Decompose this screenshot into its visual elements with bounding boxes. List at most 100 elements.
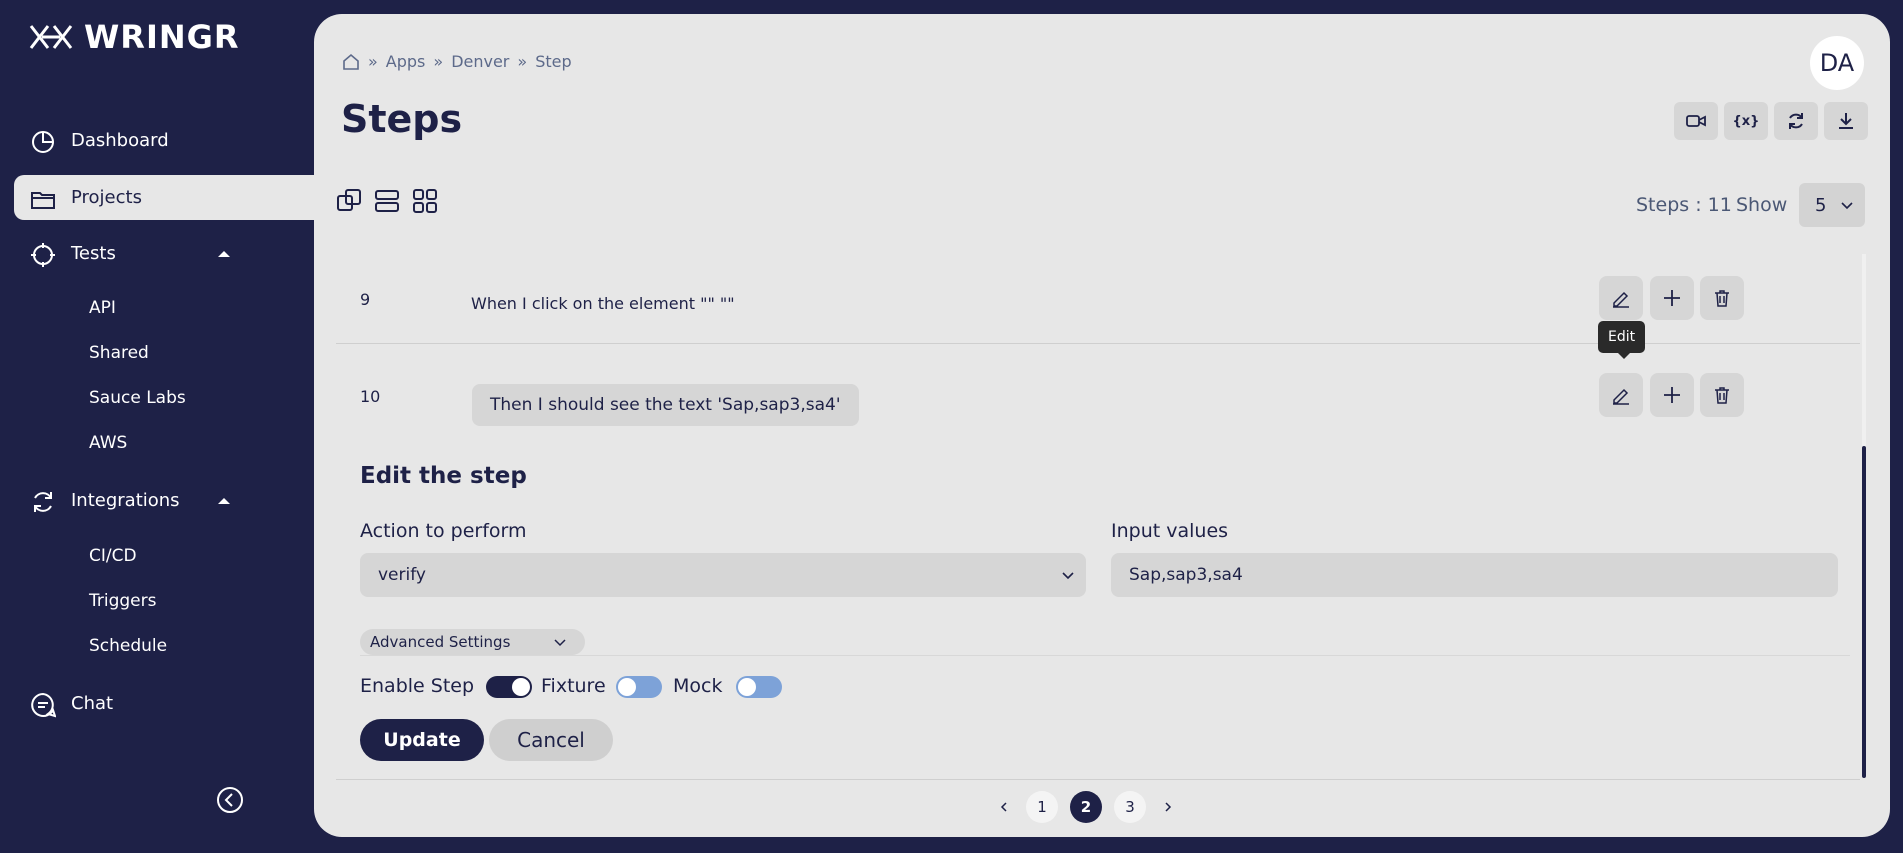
sidebar-subitem-aws[interactable]: AWS (89, 433, 127, 453)
page-button-3[interactable]: 3 (1114, 791, 1146, 823)
cancel-button[interactable]: Cancel (489, 719, 613, 761)
crosshair-icon (31, 243, 55, 267)
chevron-up-icon[interactable] (214, 491, 234, 511)
refresh-button[interactable] (1774, 102, 1818, 140)
video-camera-icon (1686, 115, 1706, 127)
sidebar-item-label: Tests (71, 243, 116, 264)
copy-view-icon[interactable] (336, 188, 362, 214)
steps-count: Steps : 11 (1636, 194, 1732, 216)
advanced-settings-toggle[interactable]: Advanced Settings (360, 629, 585, 655)
record-button[interactable] (1674, 102, 1718, 140)
breadcrumb-step[interactable]: Step (535, 52, 571, 71)
sidebar-subitem-api[interactable]: API (89, 298, 116, 318)
sidebar-subitem-shared[interactable]: Shared (89, 343, 149, 363)
sidebar-item-label: Integrations (71, 490, 180, 511)
edit-tooltip: Edit (1598, 321, 1646, 359)
action-select[interactable]: verify (360, 553, 1086, 597)
next-page-button[interactable] (1158, 791, 1178, 823)
update-button[interactable]: Update (360, 719, 484, 761)
wringr-logo-icon (29, 25, 73, 49)
sidebar-item-dashboard[interactable]: Dashboard (14, 118, 314, 163)
previous-page-button[interactable] (994, 791, 1014, 823)
download-button[interactable] (1824, 102, 1868, 140)
sidebar-item-tests[interactable]: Tests (14, 231, 314, 276)
variables-button[interactable]: {x} (1724, 102, 1768, 140)
sidebar-item-label: Dashboard (71, 130, 169, 151)
pencil-icon (1613, 388, 1629, 405)
show-label: Show (1736, 194, 1788, 216)
sidebar: WRINGR Dashboard Projects Tests API Shar… (0, 0, 314, 853)
refresh-icon (34, 492, 52, 512)
enable-step-toggle[interactable] (486, 676, 532, 698)
breadcrumb-apps[interactable]: Apps (386, 52, 426, 71)
step-number: 10 (360, 387, 381, 406)
step-text[interactable]: When I click on the element "" "" (471, 294, 735, 313)
list-view-icon[interactable] (374, 188, 400, 214)
view-mode-switcher (336, 188, 438, 214)
scrollbar-thumb[interactable] (1862, 446, 1866, 778)
action-label: Action to perform (360, 520, 527, 542)
main-panel: » Apps » Denver » Step Steps DA {x} Step… (314, 14, 1890, 837)
edit-step-button[interactable] (1599, 276, 1643, 320)
mock-toggle[interactable] (736, 676, 782, 698)
step-number: 9 (360, 290, 371, 309)
page-button-2[interactable]: 2 (1070, 791, 1102, 823)
breadcrumb: » Apps » Denver » Step (342, 52, 572, 71)
edit-step-title: Edit the step (360, 463, 527, 489)
chevron-right-icon (1165, 802, 1172, 812)
sidebar-item-label: Projects (71, 187, 142, 208)
breadcrumb-denver[interactable]: Denver (451, 52, 509, 71)
input-values-field[interactable]: Sap,sap3,sa4 (1111, 553, 1838, 597)
sidebar-subitem-triggers[interactable]: Triggers (89, 591, 157, 611)
app-logo[interactable]: WRINGR (28, 18, 240, 56)
pencil-icon (1613, 291, 1629, 308)
breadcrumb-separator-icon: » (368, 52, 378, 71)
collapse-sidebar-icon[interactable] (216, 786, 244, 814)
plus-icon (1664, 290, 1680, 306)
toggle-knob (618, 678, 636, 696)
sidebar-item-label: Chat (71, 693, 114, 714)
sidebar-subitem-schedule[interactable]: Schedule (89, 636, 167, 656)
grid-view-icon[interactable] (412, 188, 438, 214)
delete-step-button[interactable] (1700, 373, 1744, 417)
pagination: 1 2 3 (994, 791, 1178, 823)
row-divider (336, 779, 1860, 780)
edit-step-button[interactable] (1599, 373, 1643, 417)
page-button-1[interactable]: 1 (1026, 791, 1058, 823)
add-step-button[interactable] (1650, 373, 1694, 417)
chat-icon (31, 692, 56, 718)
input-values-label: Input values (1111, 520, 1229, 542)
sidebar-subitem-cicd[interactable]: CI/CD (89, 546, 137, 566)
home-icon[interactable] (342, 53, 360, 71)
fixture-toggle[interactable] (616, 676, 662, 698)
chevron-left-icon (1000, 802, 1007, 812)
sidebar-item-integrations[interactable]: Integrations (14, 478, 314, 523)
page-title: Steps (341, 97, 463, 141)
sidebar-item-projects[interactable]: Projects (14, 175, 314, 220)
step-text[interactable]: Then I should see the text 'Sap,sap3,sa4… (472, 384, 859, 426)
folder-icon (31, 192, 55, 209)
toggle-knob (738, 678, 756, 696)
page-size-value: 5 (1815, 194, 1827, 216)
variables-icon: {x} (1732, 113, 1760, 129)
sidebar-item-chat[interactable]: Chat (14, 681, 314, 726)
mock-label: Mock (673, 675, 723, 697)
page-size-select[interactable]: 5 (1799, 183, 1865, 227)
chevron-down-icon (1062, 572, 1074, 580)
action-value: verify (378, 565, 426, 585)
advanced-settings-label: Advanced Settings (370, 633, 511, 651)
add-step-button[interactable] (1650, 276, 1694, 320)
sidebar-subitem-sauce-labs[interactable]: Sauce Labs (89, 388, 186, 408)
breadcrumb-separator-icon: » (433, 52, 444, 71)
trash-icon (1715, 290, 1729, 307)
divider (360, 655, 1850, 656)
delete-step-button[interactable] (1700, 276, 1744, 320)
avatar[interactable]: DA (1810, 36, 1864, 90)
breadcrumb-separator-icon: » (517, 52, 528, 71)
fixture-label: Fixture (541, 675, 606, 697)
dashboard-icon (32, 131, 54, 153)
toggle-knob (512, 678, 530, 696)
enable-step-label: Enable Step (360, 675, 475, 697)
app-name: WRINGR (84, 18, 240, 56)
chevron-up-icon[interactable] (214, 244, 234, 264)
